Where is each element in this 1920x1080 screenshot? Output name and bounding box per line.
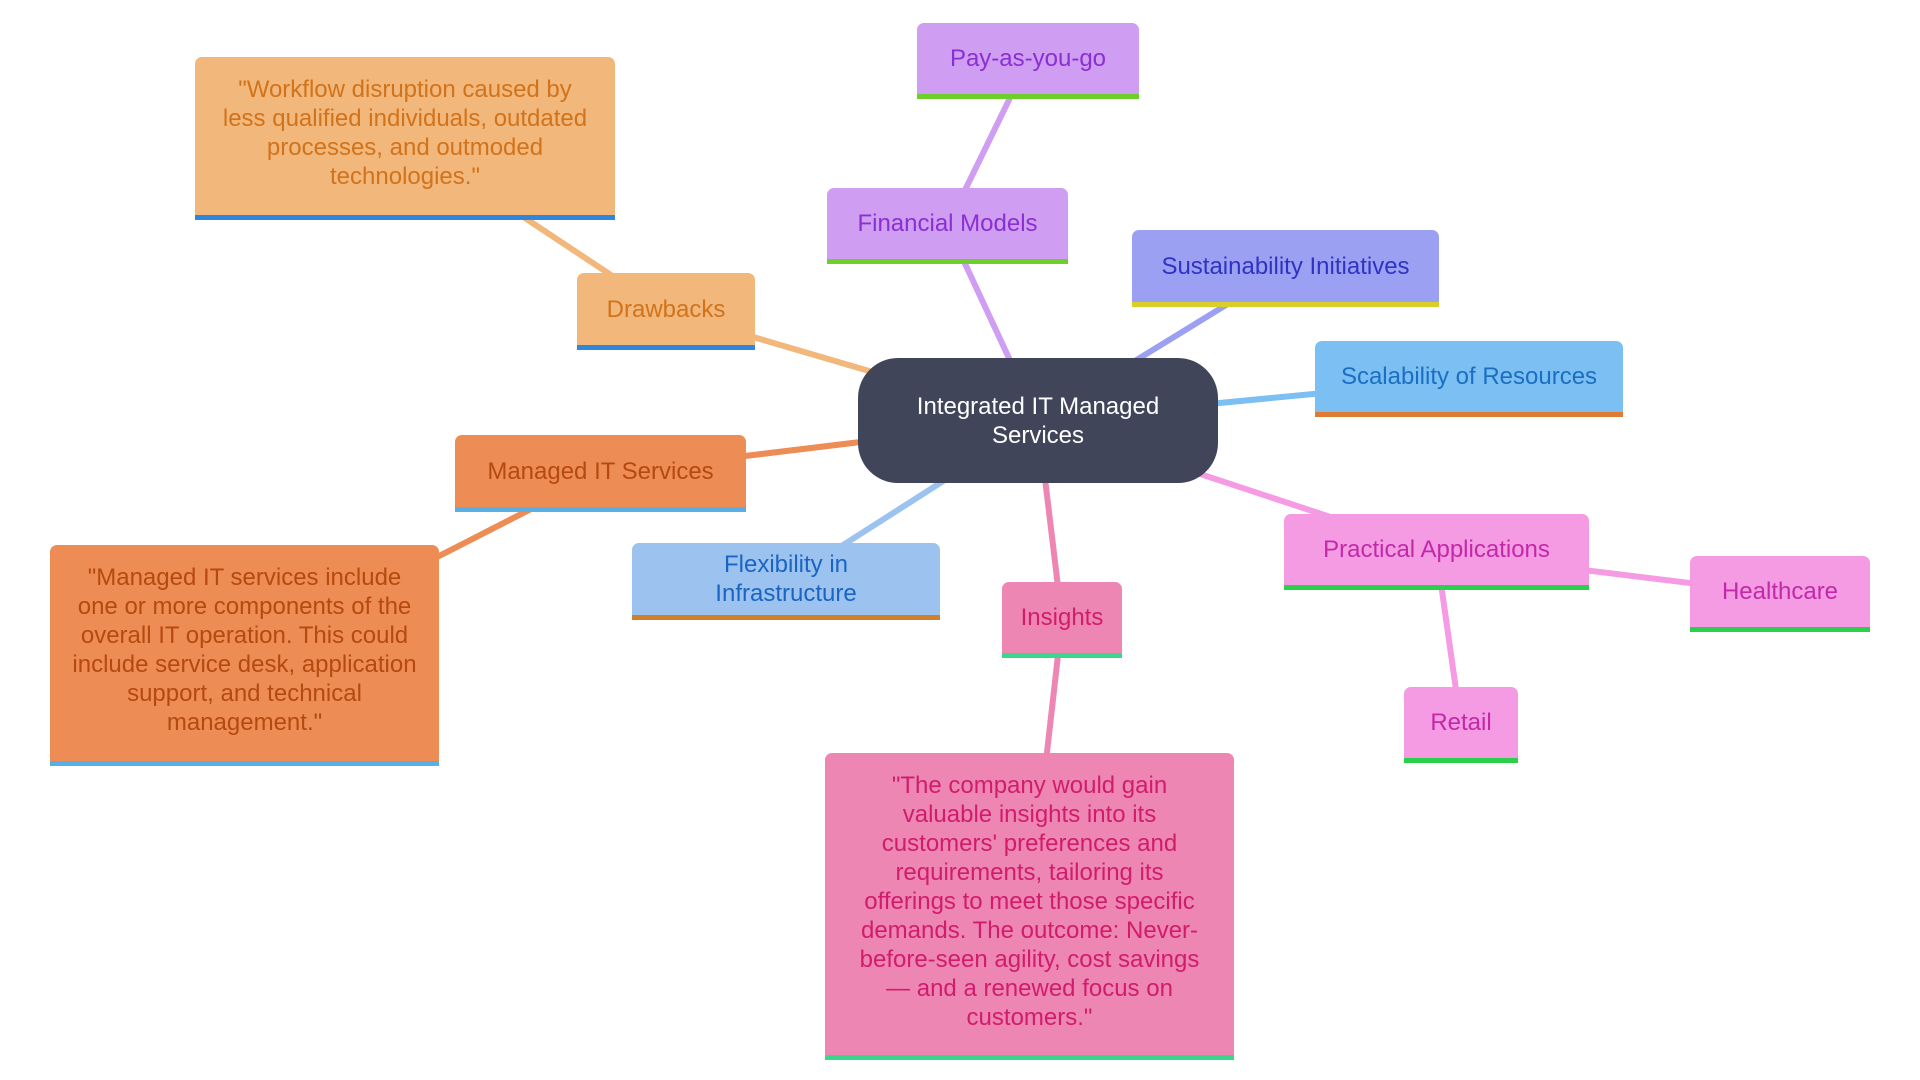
node-label: Retail bbox=[1430, 709, 1492, 736]
node-label: Practical Applications bbox=[1323, 536, 1550, 563]
node-healthcare[interactable]: Healthcare bbox=[1690, 556, 1870, 632]
node-label: Pay-as-you-go bbox=[949, 45, 1107, 72]
node-label: "Workflow disruption caused by less qual… bbox=[222, 76, 588, 190]
node-drawbacks[interactable]: Drawbacks bbox=[577, 273, 755, 350]
node-label: Sustainability Initiatives bbox=[1161, 252, 1410, 280]
node-practical-applications[interactable]: Practical Applications bbox=[1284, 514, 1589, 590]
node-pay-as-you-go[interactable]: Pay-as-you-go bbox=[917, 23, 1139, 99]
node-financial-models[interactable]: Financial Models bbox=[827, 188, 1068, 264]
node-sustainability-initiatives[interactable]: Sustainability Initiatives bbox=[1132, 230, 1439, 307]
node-label: "Managed IT services include one or more… bbox=[72, 564, 417, 736]
node-insights-quote[interactable]: "The company would gain valuable insight… bbox=[825, 753, 1234, 1060]
node-label: Drawbacks bbox=[606, 295, 726, 323]
node-retail[interactable]: Retail bbox=[1404, 687, 1518, 763]
root-node-label: Integrated IT Managed Services bbox=[916, 392, 1160, 449]
node-label: Healthcare bbox=[1721, 578, 1839, 605]
node-label: Insights bbox=[1020, 604, 1104, 631]
node-label: Financial Models bbox=[857, 210, 1038, 237]
node-scalability-of-resources[interactable]: Scalability of Resources bbox=[1315, 341, 1623, 417]
node-label: Flexibility in Infrastructure bbox=[715, 551, 857, 607]
node-insights[interactable]: Insights bbox=[1002, 582, 1122, 658]
node-managed-it-quote[interactable]: "Managed IT services include one or more… bbox=[50, 545, 439, 766]
node-label: Managed IT Services bbox=[487, 457, 714, 485]
root-node[interactable]: Integrated IT Managed Services bbox=[858, 358, 1218, 483]
node-label: Scalability of Resources bbox=[1340, 363, 1598, 390]
node-drawbacks-quote[interactable]: "Workflow disruption caused by less qual… bbox=[195, 57, 615, 220]
node-label: "The company would gain valuable insight… bbox=[859, 771, 1200, 1031]
node-managed-it-services[interactable]: Managed IT Services bbox=[455, 435, 746, 512]
node-flexibility-in-infrastructure[interactable]: Flexibility in Infrastructure bbox=[632, 543, 940, 620]
